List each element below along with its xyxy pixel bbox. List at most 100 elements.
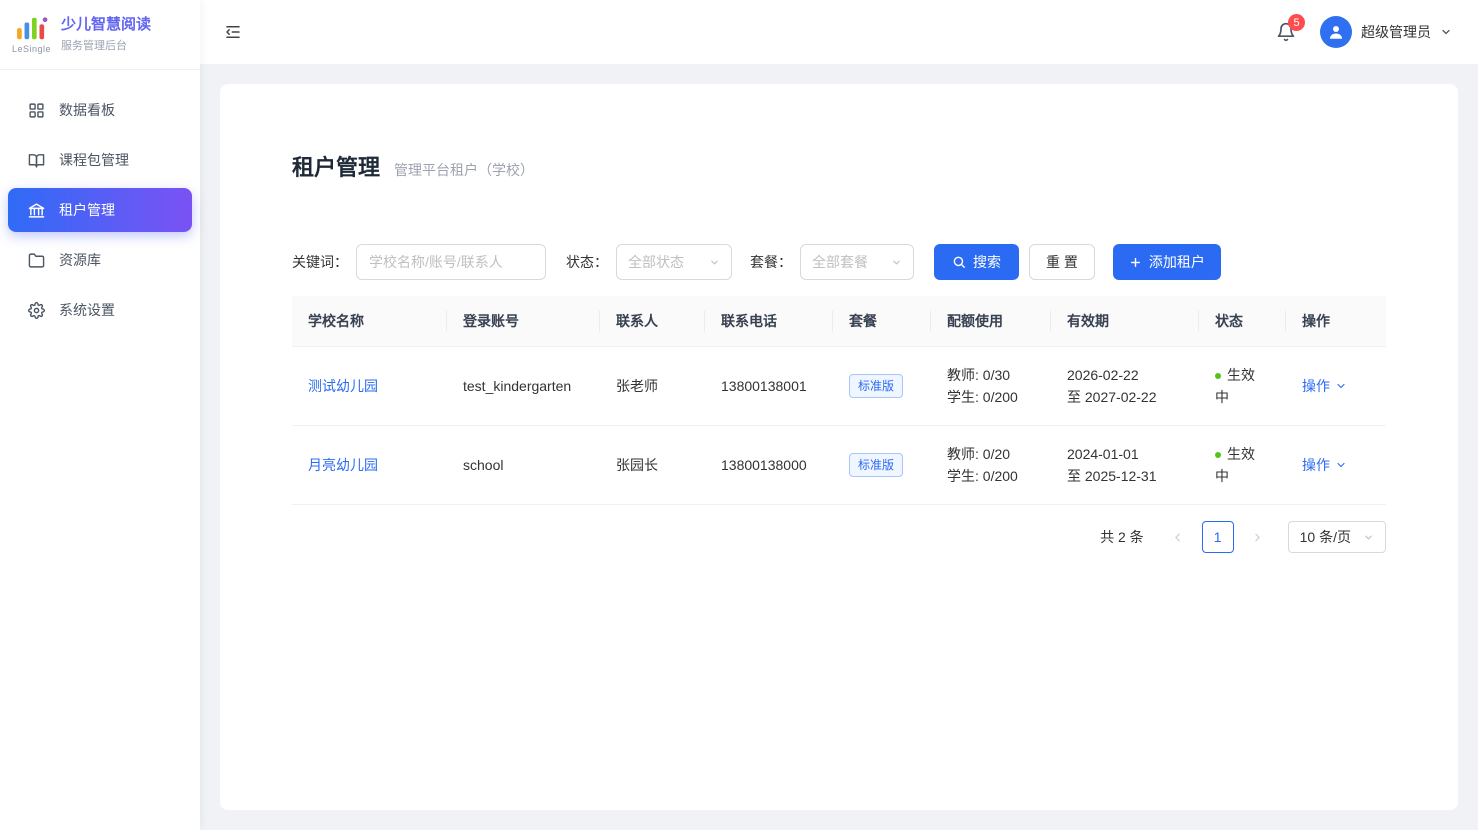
keyword-label: 关键词：: [292, 252, 348, 272]
contact-cell: 张园长: [600, 426, 705, 505]
plan-badge: 标准版: [849, 453, 903, 477]
row-actions-dropdown[interactable]: 操作: [1302, 375, 1347, 397]
content-area: 租户管理 管理平台租户（学校） 关键词： 状态： 全部状态 套餐： 全部套餐: [200, 64, 1478, 830]
validity-cell: 2026-02-22 至 2027-02-22: [1051, 347, 1199, 426]
col-phone: 联系电话: [705, 296, 833, 347]
sidebar-item-tenants[interactable]: 租户管理: [8, 188, 192, 232]
folder-icon: [28, 252, 45, 269]
plan-select[interactable]: 全部套餐: [800, 244, 914, 280]
phone-cell: 13800138000: [705, 426, 833, 505]
username: 超级管理员: [1361, 22, 1431, 42]
sidebar-collapse-button[interactable]: [224, 23, 242, 41]
status-select-value: 全部状态: [628, 252, 684, 272]
row-actions-label: 操作: [1302, 375, 1330, 397]
valid-to: 至 2027-02-22: [1067, 386, 1183, 408]
reset-button-label: 重 置: [1046, 252, 1078, 272]
col-quota: 配额使用: [931, 296, 1051, 347]
sidebar-item-label: 资源库: [59, 250, 101, 270]
app-subtitle: 服务管理后台: [61, 37, 151, 53]
status-label: 状态：: [566, 252, 608, 272]
sidebar-item-label: 系统设置: [59, 300, 115, 320]
keyword-input[interactable]: [356, 244, 546, 280]
plan-badge: 标准版: [849, 374, 903, 398]
page-subtitle: 管理平台租户（学校）: [394, 160, 534, 180]
school-name-link[interactable]: 测试幼儿园: [308, 378, 378, 394]
quota-teacher: 教师: 0/20: [947, 443, 1035, 465]
col-status: 状态: [1199, 296, 1286, 347]
sidebar-item-course-packages[interactable]: 课程包管理: [8, 138, 192, 182]
chevron-down-icon: [891, 257, 902, 268]
chevron-left-icon: [1171, 531, 1184, 544]
status-dot: [1215, 452, 1221, 458]
user-icon: [1327, 23, 1345, 41]
sidebar-item-label: 租户管理: [59, 200, 115, 220]
pagination-prev-button[interactable]: [1162, 521, 1194, 553]
sidebar-item-label: 数据看板: [59, 100, 115, 120]
status-badge: 生效中: [1215, 446, 1255, 484]
col-validity: 有效期: [1051, 296, 1199, 347]
pagination-page-1[interactable]: 1: [1202, 521, 1234, 553]
col-actions: 操作: [1286, 296, 1386, 347]
chevron-down-icon: [1440, 26, 1452, 38]
quota-student: 学生: 0/200: [947, 465, 1035, 487]
chevron-down-icon: [1335, 380, 1347, 392]
status-cell: 生效中: [1199, 426, 1286, 505]
pagination-next-button[interactable]: [1242, 521, 1274, 553]
filter-bar: 关键词： 状态： 全部状态 套餐： 全部套餐 搜索 重 置: [292, 244, 1386, 280]
school-name-link[interactable]: 月亮幼儿园: [308, 457, 378, 473]
status-badge: 生效中: [1215, 367, 1255, 405]
pagination: 共 2 条 1 10 条/页: [292, 521, 1386, 553]
tenant-management-card: 租户管理 管理平台租户（学校） 关键词： 状态： 全部状态 套餐： 全部套餐: [220, 84, 1458, 810]
valid-from: 2024-01-01: [1067, 443, 1183, 465]
table-row: 测试幼儿园 test_kindergarten 张老师 13800138001 …: [292, 347, 1386, 426]
valid-from: 2026-02-22: [1067, 364, 1183, 386]
table-row: 月亮幼儿园 school 张园长 13800138000 标准版 教师: 0/2…: [292, 426, 1386, 505]
menu-fold-icon: [224, 23, 242, 41]
sidebar-item-dashboard[interactable]: 数据看板: [8, 88, 192, 132]
page-size-select[interactable]: 10 条/页: [1288, 521, 1386, 553]
contact-cell: 张老师: [600, 347, 705, 426]
chevron-down-icon: [1363, 532, 1374, 543]
search-button-label: 搜索: [973, 252, 1001, 272]
reset-button[interactable]: 重 置: [1029, 244, 1095, 280]
page-title: 租户管理: [292, 150, 380, 182]
notifications-button[interactable]: 5: [1276, 22, 1296, 42]
logo: LeSingle 少儿智慧阅读 服务管理后台: [0, 0, 200, 70]
quota-cell: 教师: 0/30 学生: 0/200: [931, 347, 1051, 426]
search-button[interactable]: 搜索: [934, 244, 1019, 280]
topbar: 5 超级管理员: [200, 0, 1478, 64]
pagination-total: 共 2 条: [1100, 527, 1144, 547]
status-select[interactable]: 全部状态: [616, 244, 732, 280]
sidebar-item-resources[interactable]: 资源库: [8, 238, 192, 282]
quota-cell: 教师: 0/20 学生: 0/200: [931, 426, 1051, 505]
sidebar-item-label: 课程包管理: [59, 150, 129, 170]
chevron-right-icon: [1251, 531, 1264, 544]
chevron-down-icon: [1335, 459, 1347, 471]
status-dot: [1215, 373, 1221, 379]
gear-icon: [28, 302, 45, 319]
add-tenant-button-label: 添加租户: [1149, 252, 1205, 272]
brand-logo-icon: [14, 15, 50, 43]
phone-cell: 13800138001: [705, 347, 833, 426]
quota-teacher: 教师: 0/30: [947, 364, 1035, 386]
page-size-value: 10 条/页: [1300, 527, 1351, 547]
row-actions-dropdown[interactable]: 操作: [1302, 454, 1347, 476]
page-head: 租户管理 管理平台租户（学校）: [292, 150, 1386, 182]
validity-cell: 2024-01-01 至 2025-12-31: [1051, 426, 1199, 505]
col-account: 登录账号: [447, 296, 600, 347]
book-icon: [28, 152, 45, 169]
col-plan: 套餐: [833, 296, 931, 347]
col-school: 学校名称: [292, 296, 447, 347]
valid-to: 至 2025-12-31: [1067, 465, 1183, 487]
search-icon: [952, 255, 966, 269]
add-tenant-button[interactable]: 添加租户: [1113, 244, 1221, 280]
chevron-down-icon: [709, 257, 720, 268]
sidebar-item-settings[interactable]: 系统设置: [8, 288, 192, 332]
user-menu[interactable]: 超级管理员: [1320, 16, 1452, 48]
row-actions-label: 操作: [1302, 454, 1330, 476]
dashboard-grid-icon: [28, 102, 45, 119]
status-cell: 生效中: [1199, 347, 1286, 426]
sidebar-menu: 数据看板 课程包管理 租户管理 资源库 系统设置: [0, 70, 200, 332]
avatar: [1320, 16, 1352, 48]
notification-badge: 5: [1288, 14, 1305, 31]
